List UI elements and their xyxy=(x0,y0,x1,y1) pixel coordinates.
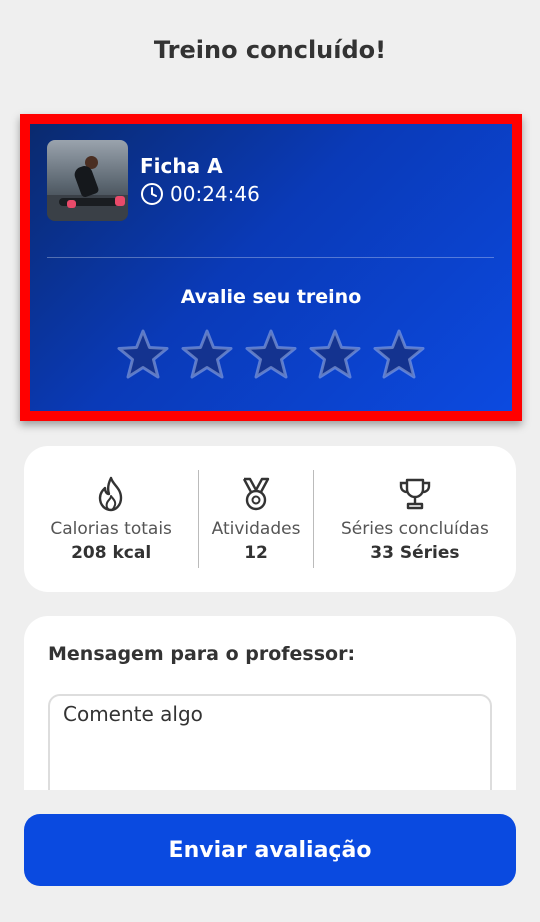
workout-duration: 00:24:46 xyxy=(140,182,260,206)
workout-summary-card: Ficha A 00:24:46 Avalie seu treino xyxy=(30,124,512,411)
stat-label: Atividades xyxy=(211,519,301,539)
message-card: Mensagem para o professor: xyxy=(24,616,516,792)
stat-value: 12 xyxy=(244,543,268,563)
stat-value: 208 kcal xyxy=(71,543,152,563)
star-icon[interactable] xyxy=(116,328,170,382)
medal-icon xyxy=(241,475,271,513)
clock-icon xyxy=(140,182,164,206)
star-icon[interactable] xyxy=(372,328,426,382)
message-label: Mensagem para o professor: xyxy=(48,643,356,665)
page-title: Treino concluído! xyxy=(153,36,387,64)
stat-label: Calorias totais xyxy=(50,519,172,539)
workout-name: Ficha A xyxy=(140,154,223,178)
stat-value: 33 Séries xyxy=(370,543,460,563)
message-input[interactable] xyxy=(48,694,492,792)
star-icon[interactable] xyxy=(244,328,298,382)
workout-thumbnail xyxy=(47,140,128,221)
star-rating xyxy=(30,328,512,382)
trophy-icon xyxy=(398,475,432,513)
rating-title: Avalie seu treino xyxy=(180,286,362,308)
star-icon[interactable] xyxy=(308,328,362,382)
stat-calories: Calorias totais 208 kcal xyxy=(24,446,198,592)
stat-series: Séries concluídas 33 Séries xyxy=(314,446,516,592)
star-icon[interactable] xyxy=(180,328,234,382)
workout-summary-highlight: Ficha A 00:24:46 Avalie seu treino xyxy=(20,114,522,421)
stat-activities: Atividades 12 xyxy=(199,446,313,592)
stats-card: Calorias totais 208 kcal Atividades 12 S… xyxy=(24,446,516,592)
submit-rating-button[interactable]: Enviar avaliação xyxy=(24,814,516,886)
duration-value: 00:24:46 xyxy=(170,182,260,206)
card-divider xyxy=(47,257,494,258)
flame-icon xyxy=(96,475,126,513)
stat-label: Séries concluídas xyxy=(340,519,489,539)
